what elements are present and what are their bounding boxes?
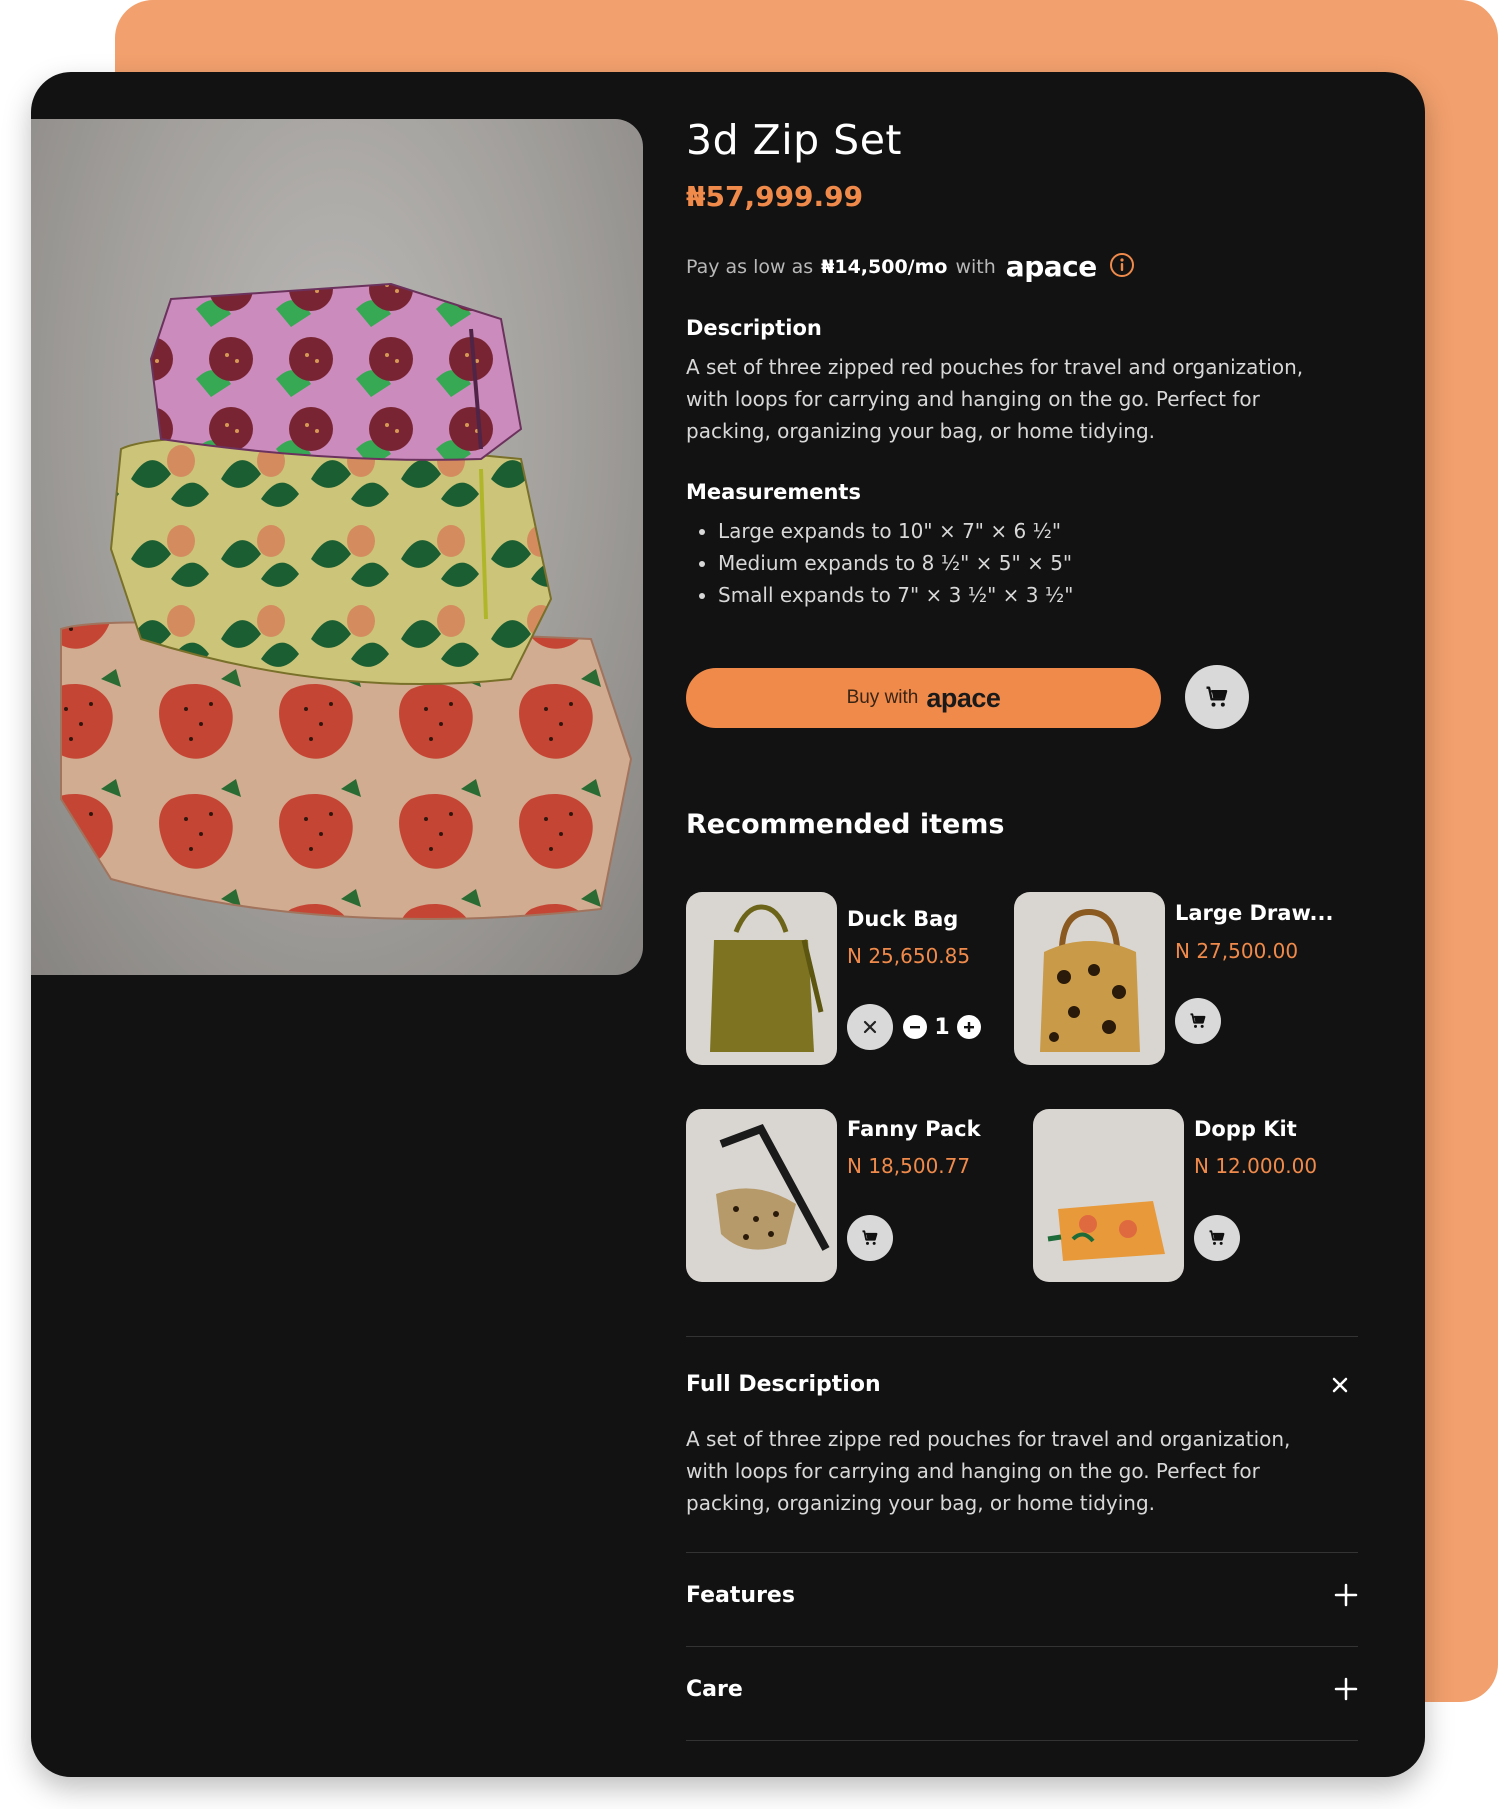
- close-icon[interactable]: [1330, 1375, 1350, 1399]
- recommended-item-price: N 18,500.77: [847, 1154, 971, 1178]
- plus-icon[interactable]: [1334, 1583, 1358, 1611]
- dopp-kit-image: [1033, 1109, 1184, 1282]
- measurement-item: Medium expands to 8 ½" × 5" × 5": [718, 547, 1073, 579]
- recommended-item-price: N 25,650.85: [847, 944, 971, 968]
- add-to-cart-button[interactable]: [847, 1215, 893, 1261]
- buy-with-apace-button[interactable]: Buy with apace: [686, 668, 1161, 728]
- cart-icon: [1206, 686, 1228, 707]
- add-to-cart-button[interactable]: [1175, 998, 1221, 1044]
- buy-button-label: Buy with: [846, 687, 919, 708]
- installment-amount: ₦14,500/mo: [821, 255, 948, 278]
- installment-prefix: Pay as low as: [686, 255, 814, 278]
- increase-quantity-button[interactable]: [957, 1015, 981, 1039]
- measurements-heading: Measurements: [686, 480, 861, 504]
- measurement-item: Large expands to 10" × 7" × 6 ½": [718, 515, 1073, 547]
- apace-logo: apace: [926, 682, 1001, 713]
- recommended-item-large-drawstring[interactable]: Large Draw... N 27,500.00: [1014, 892, 1358, 1065]
- recommended-item-name: Fanny Pack: [847, 1117, 981, 1141]
- recommended-item-price: N 12.000.00: [1194, 1154, 1318, 1178]
- recommended-item-duck-bag[interactable]: Duck Bag N 25,650.85 1: [686, 892, 996, 1065]
- full-description-text: A set of three zippe red pouches for tra…: [686, 1427, 1291, 1515]
- measurements-list: Large expands to 10" × 7" × 6 ½" Medium …: [686, 515, 1073, 611]
- info-icon[interactable]: [1109, 252, 1135, 282]
- installment-row: Pay as low as ₦14,500/mo with apace: [686, 250, 1135, 283]
- recommended-item-name: Large Draw...: [1175, 901, 1334, 925]
- decrease-quantity-button[interactable]: [903, 1015, 927, 1039]
- description-heading: Description: [686, 316, 822, 340]
- duck-bag-image: [686, 892, 837, 1065]
- quantity-value: 1: [934, 1014, 950, 1040]
- recommended-item-name: Dopp Kit: [1194, 1117, 1297, 1141]
- divider: [686, 1646, 1358, 1647]
- care-toggle[interactable]: Care: [686, 1677, 743, 1702]
- recommended-item-fanny-pack[interactable]: Fanny Pack N 18,500.77: [686, 1109, 996, 1282]
- quantity-stepper: 1: [847, 1004, 981, 1050]
- remove-item-button[interactable]: [847, 1004, 893, 1050]
- measurement-item: Small expands to 7" × 3 ½" × 3 ½": [718, 579, 1073, 611]
- product-image: [31, 119, 643, 975]
- plus-icon[interactable]: [1334, 1677, 1358, 1705]
- full-description-toggle[interactable]: Full Description: [686, 1372, 881, 1397]
- product-title: 3d Zip Set: [686, 116, 903, 164]
- product-card: 3d Zip Set ₦57,999.99 Pay as low as ₦14,…: [31, 72, 1425, 1777]
- recommended-item-dopp-kit[interactable]: Dopp Kit N 12.000.00: [1033, 1109, 1358, 1282]
- features-toggle[interactable]: Features: [686, 1583, 795, 1608]
- add-to-cart-button[interactable]: [1194, 1215, 1240, 1261]
- minus-icon: [910, 1026, 920, 1029]
- recommended-heading: Recommended items: [686, 809, 1005, 840]
- large-drawstring-image: [1014, 892, 1165, 1065]
- add-to-cart-button[interactable]: [1185, 665, 1249, 729]
- recommended-item-name: Duck Bag: [847, 907, 959, 931]
- divider: [686, 1336, 1358, 1337]
- close-icon: [863, 1020, 877, 1034]
- installment-with: with: [955, 255, 996, 278]
- description-text: A set of three zipped red pouches for tr…: [686, 355, 1304, 443]
- apace-logo: apace: [1005, 250, 1097, 283]
- divider: [686, 1740, 1358, 1741]
- cart-icon: [862, 1230, 878, 1245]
- divider: [686, 1552, 1358, 1553]
- plus-icon: [964, 1022, 974, 1032]
- recommended-item-price: N 27,500.00: [1175, 939, 1299, 963]
- product-price: ₦57,999.99: [686, 180, 864, 213]
- cart-icon: [1209, 1230, 1225, 1245]
- fanny-pack-image: [686, 1109, 837, 1282]
- cart-icon: [1190, 1013, 1206, 1028]
